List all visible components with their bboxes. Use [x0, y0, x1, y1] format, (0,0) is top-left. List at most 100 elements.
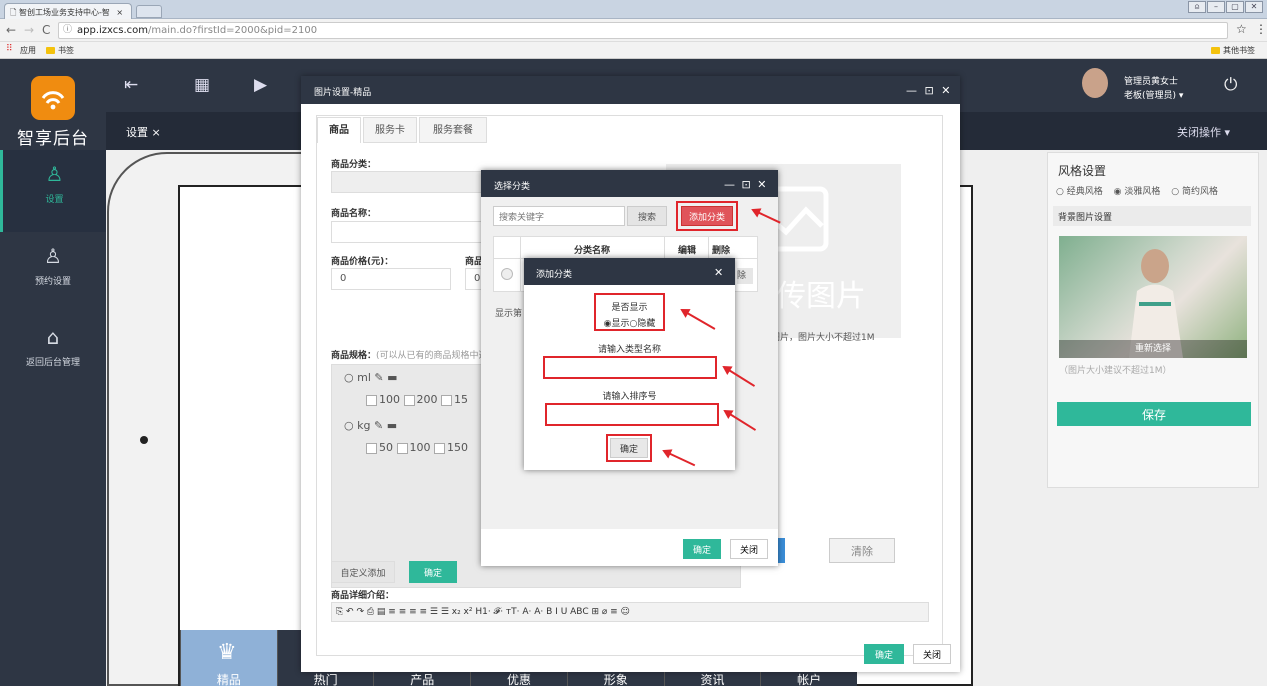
- search-input[interactable]: 搜索关键字: [493, 206, 625, 226]
- tab-service-package[interactable]: 服务套餐: [419, 117, 487, 143]
- style-radio-group: ○ 经典风格 ◉ 淡雅风格 ○ 简约风格: [1056, 184, 1218, 197]
- spec-label: 商品规格：: [331, 351, 377, 361]
- minimize-icon[interactable]: —: [724, 178, 735, 191]
- bookmark-folder[interactable]: 书签: [46, 45, 74, 56]
- back-icon[interactable]: ←: [6, 23, 16, 37]
- maximize-icon[interactable]: ⊡: [925, 84, 934, 97]
- nav-item-featured[interactable]: ♛ 精品: [180, 630, 277, 686]
- checkbox[interactable]: [434, 442, 445, 454]
- style-title: 风格设置: [1058, 164, 1107, 178]
- power-icon[interactable]: ⏻: [1224, 75, 1237, 95]
- close-window-icon[interactable]: ✕: [1245, 1, 1263, 13]
- style-option-simple[interactable]: ○ 简约风格: [1171, 187, 1218, 197]
- spec-option[interactable]: 50: [366, 441, 393, 454]
- rich-text-toolbar[interactable]: ⎘ ↶ ↷ ⎙ ▤ ≡ ≡ ≡ ≡ ☰ ☰ x₂ x² H1· 𝓕· тT· A…: [331, 602, 929, 622]
- row-radio[interactable]: [501, 268, 513, 280]
- name-input[interactable]: [331, 221, 501, 243]
- dialog-ok-button[interactable]: 确定: [864, 644, 904, 664]
- add-category-dialog: 添加分类 ✕ 是否显示 ◉显示○隐藏 请输入类型名称 请输入排序号 确定: [524, 258, 735, 470]
- spec-option[interactable]: 15: [441, 393, 468, 406]
- spec-options-kg: 50 100 150: [366, 441, 468, 454]
- close-icon[interactable]: ✕: [757, 178, 766, 191]
- style-option-label: 淡雅风格: [1124, 187, 1161, 197]
- bookmark-star-icon[interactable]: ☆: [1236, 22, 1247, 36]
- nav-label: 形象: [603, 673, 628, 686]
- minimize-icon[interactable]: –: [1207, 1, 1225, 13]
- spec-option[interactable]: 150: [434, 441, 468, 454]
- reload-icon[interactable]: C: [42, 23, 50, 37]
- grid-icon[interactable]: ▦: [194, 75, 210, 95]
- add-category-button[interactable]: 添加分类: [681, 206, 733, 226]
- tab-close-icon[interactable]: ×: [116, 8, 123, 17]
- delete-icon[interactable]: ▬: [387, 419, 397, 432]
- menu-icon[interactable]: ⋮: [1255, 22, 1267, 36]
- bookmark-other[interactable]: 其他书签: [1211, 45, 1255, 56]
- checkbox[interactable]: [366, 394, 377, 406]
- save-button[interactable]: 保存: [1057, 402, 1251, 426]
- spec-option-label: 150: [447, 441, 468, 454]
- spec-confirm-button[interactable]: 确定: [409, 561, 457, 583]
- style-option-classic[interactable]: ○ 经典风格: [1056, 187, 1103, 197]
- row-delete-button[interactable]: 除: [737, 268, 753, 284]
- spec-option[interactable]: 200: [403, 393, 438, 406]
- custom-add-button[interactable]: 自定义添加: [331, 561, 395, 583]
- style-option-elegant[interactable]: ◉ 淡雅风格: [1114, 187, 1161, 197]
- add-category-ok-button[interactable]: 确定: [610, 438, 648, 458]
- nav-label: 优惠: [507, 673, 532, 686]
- user-icon[interactable]: ⍝: [1188, 1, 1206, 13]
- spec-option-label: 15: [454, 393, 468, 406]
- checkbox[interactable]: [396, 442, 408, 454]
- order-input[interactable]: [545, 403, 719, 426]
- checkbox[interactable]: [366, 442, 377, 454]
- logo: [31, 76, 75, 120]
- close-operations-dropdown[interactable]: 关闭操作 ▾: [1177, 124, 1230, 140]
- browser-tab[interactable]: 🗋 智创工场业务支持中心-智 ×: [4, 3, 132, 19]
- sidebar-item-settings[interactable]: ♙ 设置: [0, 150, 106, 232]
- spec-group-name: kg: [357, 419, 371, 432]
- sidebar-item-appointment[interactable]: ♙ 预约设置: [0, 244, 106, 287]
- sidebar-item-back-admin[interactable]: ⌂ 返回后台管理: [0, 325, 106, 368]
- tab-service-card[interactable]: 服务卡: [363, 117, 417, 143]
- bookmarks-bar: ⠿ 应用 书签 其他书签: [0, 42, 1267, 59]
- style-option-label: 简约风格: [1181, 187, 1218, 197]
- new-tab-button[interactable]: [136, 5, 162, 18]
- tab-settings[interactable]: 设置 ×: [126, 124, 161, 140]
- edit-icon[interactable]: ✎: [374, 371, 383, 384]
- price-input[interactable]: 0: [331, 268, 451, 290]
- dialog-header: 图片设置-精品 — ⊡ ✕: [301, 76, 960, 104]
- dialog-close-button[interactable]: 关闭: [730, 539, 768, 559]
- bookmark-apps[interactable]: 应用: [20, 45, 36, 56]
- close-icon[interactable]: ✕: [714, 266, 723, 279]
- category-select[interactable]: [331, 171, 501, 193]
- maximize-icon[interactable]: ⊡: [742, 178, 751, 191]
- checkbox[interactable]: [403, 394, 415, 406]
- close-icon[interactable]: ✕: [941, 84, 950, 97]
- window-controls: ⍝ – ▢ ✕: [1188, 1, 1263, 14]
- reselect-image-button[interactable]: 重新选择: [1059, 340, 1247, 358]
- brand-name: 智享后台: [17, 129, 89, 149]
- spec-group-ml[interactable]: ○ ml ✎ ▬: [344, 371, 398, 384]
- url-input[interactable]: ⓘ app.izxcs.com/main.do?firstId=2000&pid…: [58, 22, 1228, 39]
- collapse-menu-icon[interactable]: ⇤: [124, 75, 138, 95]
- sidebar-item-label: 预约设置: [34, 277, 71, 287]
- delete-icon[interactable]: ▬: [387, 371, 397, 384]
- user-role[interactable]: 老板(管理员) ▾: [1124, 88, 1183, 101]
- type-name-input[interactable]: [543, 356, 717, 379]
- tab-product[interactable]: 商品: [317, 117, 361, 143]
- minimize-icon[interactable]: —: [906, 84, 917, 97]
- clear-button[interactable]: 清除: [829, 538, 895, 563]
- maximize-icon[interactable]: ▢: [1226, 1, 1244, 13]
- bg-image-title: 背景图片设置: [1053, 206, 1251, 226]
- video-icon[interactable]: ▶: [254, 75, 267, 95]
- dialog-ok-button[interactable]: 确定: [683, 539, 721, 559]
- spec-group-kg[interactable]: ○ kg ✎ ▬: [344, 419, 397, 432]
- style-option-label: 经典风格: [1066, 187, 1103, 197]
- checkbox[interactable]: [441, 394, 452, 406]
- forward-icon[interactable]: →: [24, 23, 34, 37]
- edit-icon[interactable]: ✎: [374, 419, 383, 432]
- dialog-close-button[interactable]: 关闭: [913, 644, 951, 664]
- dialog-controls: — ⊡ ✕: [724, 178, 766, 191]
- spec-option[interactable]: 100: [396, 441, 431, 454]
- search-button[interactable]: 搜索: [627, 206, 667, 226]
- spec-option[interactable]: 100: [366, 393, 400, 406]
